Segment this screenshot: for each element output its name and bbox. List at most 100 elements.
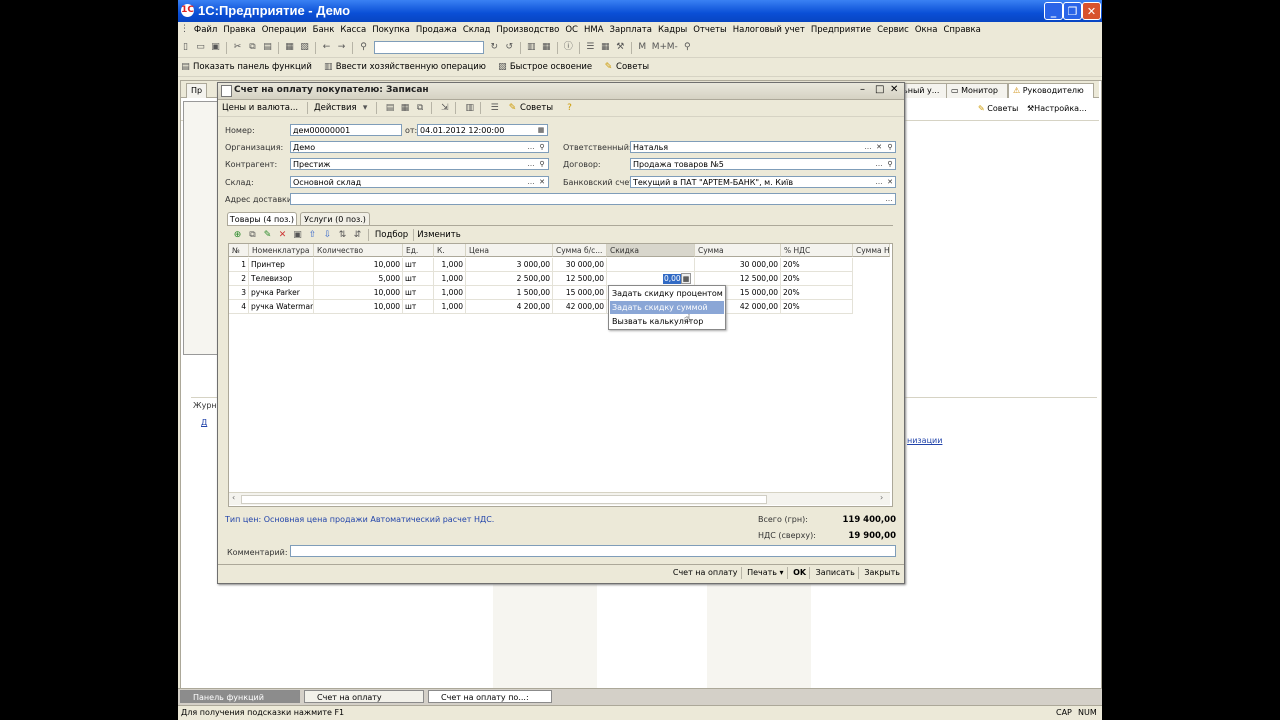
copy-icon[interactable]: ⧉	[247, 42, 258, 53]
paste-icon[interactable]: ▤	[262, 42, 273, 53]
print-menu-button[interactable]: Печать	[747, 568, 777, 577]
table-row[interactable]: 3 ручка Parker 10,000 шт 1,000 1 500,00 …	[229, 286, 890, 300]
counterparty-field[interactable]: Престиж	[290, 158, 549, 170]
menu-cash[interactable]: Касса	[337, 22, 369, 39]
add-row-icon[interactable]: ⊕	[232, 230, 243, 241]
column-header[interactable]: Сумма Н	[853, 244, 890, 257]
print-icon[interactable]: ▦	[284, 42, 295, 53]
menu-salary[interactable]: Зарплата	[607, 22, 655, 39]
doc-close-button[interactable]: ✕	[890, 84, 898, 95]
select-ellipsis-icon[interactable]: …	[526, 142, 536, 152]
search-icon[interactable]: ⚲	[358, 42, 369, 53]
open-icon[interactable]: ▭	[195, 42, 206, 53]
m-plus-icon[interactable]: M+	[652, 42, 667, 53]
calculator-icon[interactable]: ▥	[526, 42, 537, 53]
menu-tax[interactable]: Налоговый учет	[730, 22, 808, 39]
column-header[interactable]: Скидка	[607, 244, 695, 257]
search-icon[interactable]: ⚲	[885, 159, 895, 169]
based-on-icon[interactable]: ⇲	[439, 103, 450, 114]
search-icon[interactable]: ⚲	[537, 142, 547, 152]
warehouse-field[interactable]: Основной склад	[290, 176, 549, 188]
desktop-tips-button[interactable]: ✎ Советы	[978, 104, 1018, 113]
discount-input[interactable]: 0,00	[663, 274, 682, 284]
bank-account-field[interactable]: Текущий в ПАТ "АРТЕМ-БАНК", м. Київ	[630, 176, 896, 188]
menu-enterprise[interactable]: Предприятие	[808, 22, 874, 39]
tab-manager[interactable]: ⚠ Руководителю	[1008, 83, 1094, 98]
table-row[interactable]: 2 Телевизор 5,000 шт 1,000 2 500,00 12 5…	[229, 272, 890, 286]
quick-start-button[interactable]: Быстрое освоение	[510, 58, 592, 76]
enter-operation-button[interactable]: Ввести хозяйственную операцию	[336, 58, 486, 76]
price-type-info[interactable]: Тип цен: Основная цена продажи Автоматич…	[225, 515, 494, 524]
horizontal-scrollbar[interactable]: ‹ ›	[229, 492, 890, 505]
show-functions-panel-button[interactable]: Показать панель функций	[193, 58, 312, 76]
clear-icon[interactable]: ✕	[885, 177, 895, 187]
select-ellipsis-icon[interactable]: …	[874, 177, 884, 187]
move-up-icon[interactable]: ⇧	[307, 230, 318, 241]
preview-icon[interactable]: ▧	[299, 42, 310, 53]
tab-goods[interactable]: Товары (4 поз.)	[227, 212, 297, 226]
menu-hr[interactable]: Кадры	[655, 22, 690, 39]
menu-item-discount-percent[interactable]: Задать скидку процентом	[610, 287, 724, 300]
tab-services[interactable]: Услуги (0 поз.)	[300, 212, 370, 226]
tips-button[interactable]: Советы	[616, 58, 649, 76]
scroll-right-icon[interactable]: ›	[880, 493, 883, 502]
task-invoice-list[interactable]: Счет на оплату покупателю	[304, 690, 424, 715]
scroll-left-icon[interactable]: ‹	[232, 493, 235, 502]
m-minus-icon[interactable]: M-	[667, 42, 678, 53]
menu-service[interactable]: Сервис	[874, 22, 912, 39]
minimize-button[interactable]: _	[1044, 2, 1063, 20]
info-icon[interactable]: ⓘ	[563, 42, 574, 53]
menu-bank[interactable]: Банк	[310, 22, 338, 39]
edit-row-icon[interactable]: ✎	[262, 230, 273, 241]
doc-tips-button[interactable]: Советы	[520, 100, 553, 116]
menu-warehouse[interactable]: Склад	[460, 22, 494, 39]
responsible-field[interactable]: Наталья	[630, 141, 896, 153]
find-next-icon[interactable]: ↻	[489, 42, 500, 53]
menu-operations[interactable]: Операции	[259, 22, 310, 39]
invoice-print-button[interactable]: Счет на оплату	[673, 568, 738, 577]
movements-icon[interactable]: ☰	[489, 103, 500, 114]
menu-intangibles[interactable]: НМА	[581, 22, 607, 39]
copy-row-icon[interactable]: ⧉	[247, 230, 258, 241]
structure-icon[interactable]: ▥	[464, 103, 475, 114]
table-icon[interactable]: ▦	[600, 42, 611, 53]
find-prev-icon[interactable]: ↺	[504, 42, 515, 53]
desktop-settings-button[interactable]: ⚒Настройка...	[1027, 104, 1087, 113]
column-header[interactable]: Сумма	[695, 244, 781, 257]
menu-edit[interactable]: Правка	[220, 22, 258, 39]
comment-field[interactable]	[290, 545, 896, 557]
select-ellipsis-icon[interactable]: …	[874, 159, 884, 169]
copy-doc-icon[interactable]: ⧉	[415, 103, 426, 114]
close-doc-button[interactable]: Закрыть	[864, 568, 900, 577]
calendar-icon[interactable]: ▦	[541, 42, 552, 53]
delivery-address-field[interactable]	[290, 193, 896, 205]
chevron-down-icon[interactable]: ▾	[777, 568, 784, 577]
table-row[interactable]: 1 Принтер 10,000 шт 1,000 3 000,00 30 00…	[229, 258, 890, 272]
cut-icon[interactable]: ✂	[232, 42, 243, 53]
discount-cell-editing[interactable]: 0,00 ▦	[607, 272, 695, 286]
select-ellipsis-icon[interactable]: …	[526, 159, 536, 169]
column-header[interactable]: Цена	[466, 244, 553, 257]
task-invoice-doc[interactable]: Счет на оплату по...: Записан	[428, 690, 552, 715]
task-functions-panel[interactable]: Панель функций	[180, 690, 300, 703]
back-icon[interactable]: ←	[321, 42, 332, 53]
menu-production[interactable]: Производство	[493, 22, 562, 39]
calendar-icon[interactable]: ▦	[536, 125, 546, 135]
select-ellipsis-icon[interactable]: …	[884, 194, 894, 204]
select-ellipsis-icon[interactable]: …	[863, 142, 873, 152]
prices-currency-button[interactable]: Цены и валюта...	[222, 100, 298, 116]
sort-desc-icon[interactable]: ⇵	[352, 230, 363, 241]
forward-icon[interactable]: →	[336, 42, 347, 53]
search-icon[interactable]: ⚲	[537, 159, 547, 169]
scrollbar-thumb[interactable]	[241, 495, 767, 504]
organization-link[interactable]: низации	[907, 436, 942, 445]
post-icon[interactable]: ▤	[385, 103, 396, 114]
save-button[interactable]: Записать	[816, 568, 855, 577]
date-field[interactable]: 04.01.2012 12:00:00	[417, 124, 548, 136]
menu-purchase[interactable]: Покупка	[369, 22, 413, 39]
menu-help[interactable]: Справка	[940, 22, 983, 39]
organization-field[interactable]: Демо	[290, 141, 549, 153]
menu-item-discount-amount[interactable]: Задать скидку суммой	[610, 301, 724, 314]
refresh-icon[interactable]: ▦	[400, 103, 411, 114]
clear-icon[interactable]: ✕	[537, 177, 547, 187]
